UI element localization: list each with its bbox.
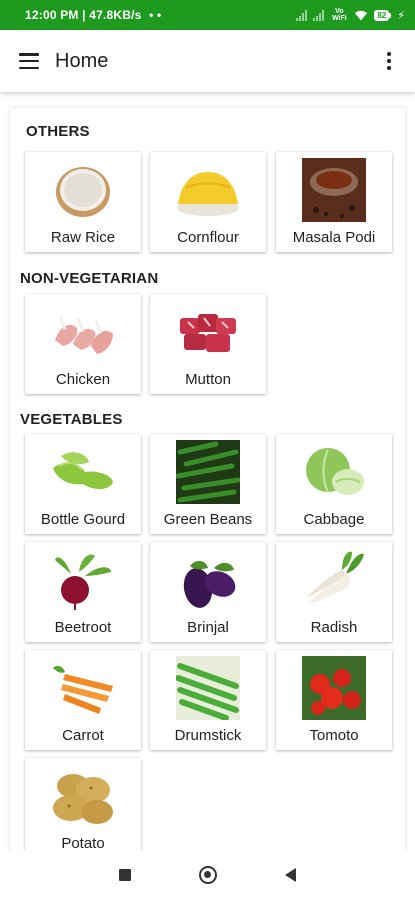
status-time-speed: 12:00 PM | 47.8KB/s • • xyxy=(25,8,296,22)
bottle-gourd-image xyxy=(53,452,113,489)
tile-potato[interactable]: Potato xyxy=(25,758,141,858)
tile-label: Radish xyxy=(310,619,358,636)
app-bar: Home xyxy=(0,30,415,92)
section-title-vegetables: VEGETABLES xyxy=(20,411,123,428)
page-title: Home xyxy=(55,49,109,72)
tile-carrot[interactable]: Carrot xyxy=(25,650,141,750)
battery-level: 82 xyxy=(374,9,390,21)
section-title-non-vegetarian: NON-VEGETARIAN xyxy=(20,270,159,287)
tile-cornflour[interactable]: Cornflour xyxy=(150,152,266,252)
status-time-text: 12:00 PM | 47.8KB/s xyxy=(25,8,142,22)
tile-label: Beetroot xyxy=(54,619,112,636)
section-title-others: OTHERS xyxy=(26,123,90,140)
back-icon[interactable] xyxy=(285,868,296,882)
tile-radish[interactable]: Radish xyxy=(276,542,392,642)
drumstick-image xyxy=(176,656,240,720)
tile-cabbage[interactable]: Cabbage xyxy=(276,434,392,534)
radish-image xyxy=(306,551,364,604)
tile-bottle-gourd[interactable]: Bottle Gourd xyxy=(25,434,141,534)
home-icon[interactable] xyxy=(199,866,217,884)
tile-green-beans[interactable]: Green Beans xyxy=(150,434,266,534)
tile-label: Masala Podi xyxy=(292,229,376,246)
signal-icon-2 xyxy=(313,9,325,21)
tile-label: Bottle Gourd xyxy=(40,511,126,528)
tile-label: Brinjal xyxy=(187,619,229,636)
carrot-image xyxy=(53,665,113,714)
more-options-icon[interactable] xyxy=(377,49,401,73)
tile-label: Green Beans xyxy=(163,511,253,528)
green-beans-image xyxy=(176,440,240,504)
tile-chicken[interactable]: Chicken xyxy=(25,294,141,394)
tile-brinjal[interactable]: Brinjal xyxy=(150,542,266,642)
hamburger-menu-icon[interactable] xyxy=(19,53,39,69)
battery-icon: 82 xyxy=(374,9,392,21)
signal-icon xyxy=(296,9,308,21)
recent-apps-icon[interactable] xyxy=(119,869,131,881)
beetroot-image xyxy=(55,554,111,610)
tile-drumstick[interactable]: Drumstick xyxy=(150,650,266,750)
cornflour-image xyxy=(177,172,239,216)
tomato-image xyxy=(302,656,366,720)
tile-label: Drumstick xyxy=(174,727,242,744)
tile-label: Chicken xyxy=(55,371,111,388)
tile-label: Cabbage xyxy=(303,511,365,528)
tile-beetroot[interactable]: Beetroot xyxy=(25,542,141,642)
masala-podi-image xyxy=(302,158,366,222)
status-bar: 12:00 PM | 47.8KB/s • • Vo WiFi 82 ⚡ xyxy=(0,0,415,30)
status-icons: Vo WiFi 82 ⚡ xyxy=(296,8,405,22)
tile-tomoto[interactable]: Tomoto xyxy=(276,650,392,750)
cabbage-image xyxy=(306,448,364,495)
tile-masala-podi[interactable]: Masala Podi xyxy=(276,152,392,252)
tile-label: Cornflour xyxy=(177,229,239,246)
tile-label: Tomoto xyxy=(309,727,359,744)
tile-label: Raw Rice xyxy=(50,229,116,246)
wifi-icon xyxy=(355,10,368,20)
volte-icon: Vo WiFi xyxy=(332,8,347,22)
tile-label: Carrot xyxy=(62,727,104,744)
potato-image xyxy=(53,774,113,824)
chicken-image xyxy=(55,315,113,354)
tile-label: Mutton xyxy=(185,371,231,388)
tile-mutton[interactable]: Mutton xyxy=(150,294,266,394)
raw-rice-image xyxy=(56,167,110,217)
brinjal-image xyxy=(183,560,236,608)
mutton-image xyxy=(180,314,236,352)
tile-raw-rice[interactable]: Raw Rice xyxy=(25,152,141,252)
system-nav-bar xyxy=(0,850,415,900)
status-dots: • • xyxy=(149,8,162,22)
charging-icon: ⚡ xyxy=(397,9,405,22)
